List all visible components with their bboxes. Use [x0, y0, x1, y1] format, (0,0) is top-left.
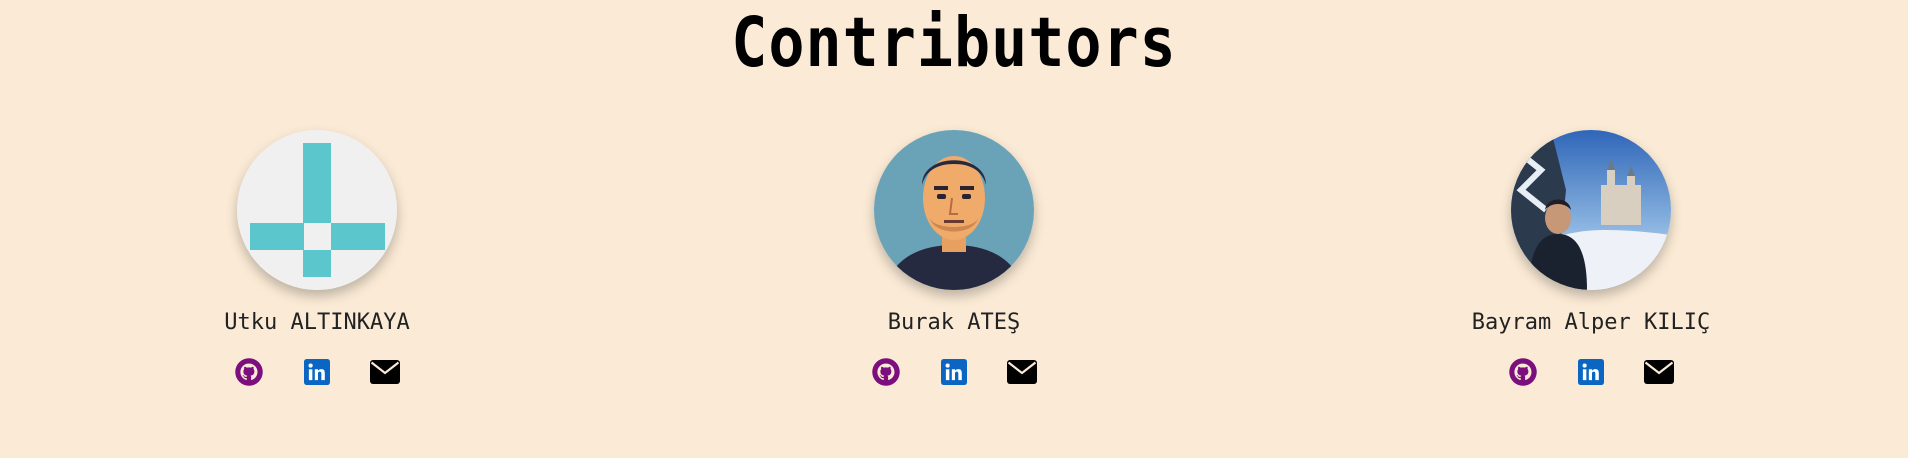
email-link[interactable] — [1644, 357, 1674, 387]
email-icon — [1007, 360, 1037, 384]
social-links — [871, 357, 1037, 387]
github-link[interactable] — [1508, 357, 1538, 387]
github-link[interactable] — [234, 357, 264, 387]
linkedin-icon — [1578, 359, 1604, 385]
github-icon — [1509, 358, 1537, 386]
linkedin-link[interactable] — [302, 357, 332, 387]
contributor-card: Bayram Alper KILIÇ — [1441, 130, 1741, 430]
page-title: Contributors — [731, 2, 1177, 84]
contributor-name: Burak ATEŞ — [887, 310, 1021, 335]
avatar — [874, 130, 1034, 290]
avatar — [237, 130, 397, 290]
linkedin-link[interactable] — [939, 357, 969, 387]
contributor-card: Burak ATEŞ — [804, 130, 1104, 430]
email-icon — [1644, 360, 1674, 384]
contributor-name: Bayram Alper KILIÇ — [1471, 310, 1711, 335]
linkedin-icon — [941, 359, 967, 385]
social-links — [1508, 357, 1674, 387]
github-icon — [235, 358, 263, 386]
contributor-name: Utku ALTINKAYA — [224, 310, 410, 335]
contributor-card: Utku ALTINKAYA — [167, 130, 467, 430]
email-icon — [370, 360, 400, 384]
email-link[interactable] — [370, 357, 400, 387]
social-links — [234, 357, 400, 387]
avatar — [1511, 130, 1671, 290]
linkedin-icon — [304, 359, 330, 385]
email-link[interactable] — [1007, 357, 1037, 387]
github-icon — [872, 358, 900, 386]
github-link[interactable] — [871, 357, 901, 387]
linkedin-link[interactable] — [1576, 357, 1606, 387]
